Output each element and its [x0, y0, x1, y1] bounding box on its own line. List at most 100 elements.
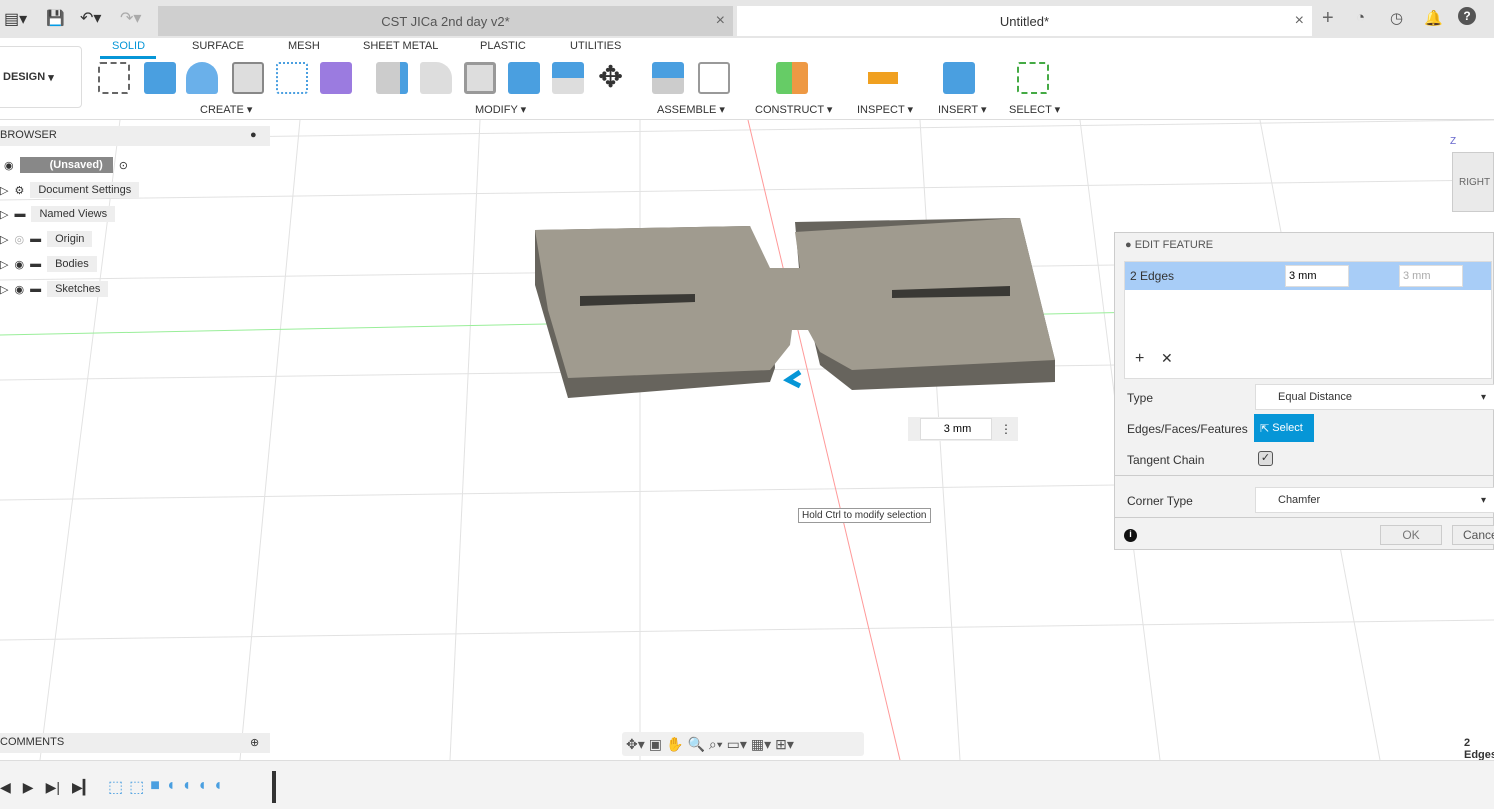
expand-icon[interactable]: ▷: [0, 208, 8, 221]
pattern-icon[interactable]: [276, 62, 308, 94]
new-component-icon[interactable]: [652, 62, 684, 94]
fillet-feature-icon[interactable]: ◖: [197, 777, 207, 797]
sketch-feature-icon[interactable]: ⬚: [108, 777, 123, 797]
fillet-feature-icon[interactable]: ◖: [166, 777, 176, 797]
expand-icon[interactable]: ▷: [0, 233, 8, 246]
tab-mesh[interactable]: MESH: [288, 40, 320, 52]
tangent-chain-checkbox[interactable]: ✓: [1258, 451, 1273, 466]
browser-item-sketches[interactable]: ▷ ◉ ▬ Sketches: [0, 279, 109, 299]
chamfer-feature-icon[interactable]: ◖: [213, 777, 223, 797]
eye-icon[interactable]: ◉: [14, 283, 24, 296]
info-icon[interactable]: i: [1124, 529, 1137, 542]
revolve-icon[interactable]: [186, 62, 218, 94]
collapse-icon[interactable]: ●: [250, 129, 257, 141]
browser-item-origin[interactable]: ▷ ◎ ▬ Origin: [0, 229, 93, 249]
timeline-marker[interactable]: [272, 771, 276, 803]
new-tab-icon[interactable]: +: [1322, 7, 1334, 30]
extensions-icon[interactable]: ◔: [1356, 9, 1365, 26]
save-icon[interactable]: 💾: [46, 9, 65, 27]
eye-hidden-icon[interactable]: ◎: [14, 233, 24, 246]
redo-icon[interactable]: ↷▾: [120, 8, 141, 28]
joint-icon[interactable]: [698, 62, 730, 94]
distance2-input[interactable]: [1399, 265, 1463, 287]
create-sketch-icon[interactable]: [98, 62, 130, 94]
inspect-menu[interactable]: INSPECT ▾: [857, 103, 913, 116]
measure-icon[interactable]: [868, 72, 898, 84]
fit-icon[interactable]: ⌕▾: [709, 736, 723, 753]
construct-menu[interactable]: CONSTRUCT ▾: [755, 103, 832, 116]
add-icon[interactable]: +: [1135, 350, 1144, 368]
browser-item-document-settings[interactable]: ▷ ⚙ Document Settings: [0, 180, 140, 200]
extrude-icon[interactable]: [144, 62, 176, 94]
sketch-feature-icon[interactable]: ⬚: [129, 777, 144, 797]
distance-input[interactable]: [1285, 265, 1349, 287]
grid-settings-icon[interactable]: ▦▾: [751, 736, 771, 753]
browser-root[interactable]: ◉ (Unsaved) ⊙: [4, 155, 128, 175]
tab-untitled[interactable]: Untitled* ×: [737, 6, 1312, 36]
more-icon[interactable]: ⋮: [1000, 422, 1012, 436]
zoom-icon[interactable]: 🔍: [687, 736, 704, 753]
shell-icon[interactable]: [464, 62, 496, 94]
tab-utilities[interactable]: UTILITIES: [570, 40, 621, 52]
fillet-feature-icon[interactable]: ◖: [182, 777, 192, 797]
hole-icon[interactable]: [232, 62, 264, 94]
go-to-end-icon[interactable]: ▶▎: [72, 779, 94, 796]
display-settings-icon[interactable]: ▭▾: [727, 736, 747, 753]
ok-button[interactable]: OK: [1380, 525, 1442, 545]
cancel-button[interactable]: Cancel: [1452, 525, 1494, 545]
selection-row[interactable]: 2 Edges: [1125, 262, 1491, 290]
pan-icon[interactable]: ✋: [666, 736, 683, 753]
workspace-switcher[interactable]: DESIGN ▾: [0, 46, 82, 108]
selection-label: 2 Edges: [1130, 269, 1175, 283]
fillet-icon[interactable]: [420, 62, 452, 94]
create-menu[interactable]: CREATE ▾: [200, 103, 252, 116]
job-status-icon[interactable]: ◷: [1390, 9, 1403, 27]
step-forward-icon[interactable]: ▶|: [46, 779, 60, 796]
expand-icon[interactable]: ▷: [0, 283, 8, 296]
tab-cst-jica[interactable]: CST JICa 2nd day v2* ×: [158, 6, 733, 36]
assemble-menu[interactable]: ASSEMBLE ▾: [657, 103, 725, 116]
activate-icon[interactable]: ⊙: [119, 159, 128, 172]
select-menu[interactable]: SELECT ▾: [1009, 103, 1060, 116]
tab-sheet-metal[interactable]: SHEET METAL: [363, 40, 438, 52]
split-body-icon[interactable]: [552, 62, 584, 94]
combine-icon[interactable]: [508, 62, 540, 94]
viewcube[interactable]: RIGHT: [1452, 152, 1494, 212]
eye-icon[interactable]: ◉: [4, 159, 14, 172]
notifications-icon[interactable]: 🔔: [1424, 9, 1443, 27]
tab-solid[interactable]: SOLID: [112, 40, 145, 52]
modify-menu[interactable]: MODIFY ▾: [475, 103, 526, 116]
close-icon[interactable]: ×: [1295, 12, 1304, 30]
dimension-input[interactable]: [920, 418, 992, 440]
tab-surface[interactable]: SURFACE: [192, 40, 244, 52]
close-icon[interactable]: ×: [716, 12, 725, 30]
form-icon[interactable]: [320, 62, 352, 94]
browser-item-bodies[interactable]: ▷ ◉ ▬ Bodies: [0, 254, 97, 274]
insert-image-icon[interactable]: [943, 62, 975, 94]
extrude-feature-icon[interactable]: ■: [150, 777, 160, 797]
add-comment-icon[interactable]: ⊕: [250, 736, 259, 749]
step-back-icon[interactable]: ◀: [0, 779, 11, 796]
type-dropdown[interactable]: Equal Distance: [1255, 384, 1494, 410]
move-icon[interactable]: ✥: [598, 60, 623, 95]
select-icon[interactable]: [1017, 62, 1049, 94]
orbit-icon[interactable]: ✥▾: [626, 736, 645, 753]
expand-icon[interactable]: ▷: [0, 184, 8, 197]
offset-plane-icon[interactable]: [776, 62, 808, 94]
press-pull-icon[interactable]: [376, 62, 408, 94]
body-model[interactable]: [535, 218, 1055, 398]
insert-menu[interactable]: INSERT ▾: [938, 103, 987, 116]
browser-item-named-views[interactable]: ▷ ▬ Named Views: [0, 204, 116, 224]
corner-type-dropdown[interactable]: Chamfer: [1255, 487, 1494, 513]
eye-icon[interactable]: ◉: [14, 258, 24, 271]
file-menu-icon[interactable]: ▤▾: [4, 9, 27, 29]
remove-icon[interactable]: ✕: [1161, 350, 1173, 367]
viewports-icon[interactable]: ⊞▾: [775, 736, 794, 753]
select-button[interactable]: ⇱ Select: [1254, 414, 1314, 442]
play-icon[interactable]: ▶: [23, 779, 34, 796]
undo-icon[interactable]: ↶▾: [80, 8, 101, 28]
help-icon[interactable]: ?: [1458, 7, 1476, 25]
expand-icon[interactable]: ▷: [0, 258, 8, 271]
tab-plastic[interactable]: PLASTIC: [480, 40, 526, 52]
look-at-icon[interactable]: ▣: [649, 736, 662, 753]
